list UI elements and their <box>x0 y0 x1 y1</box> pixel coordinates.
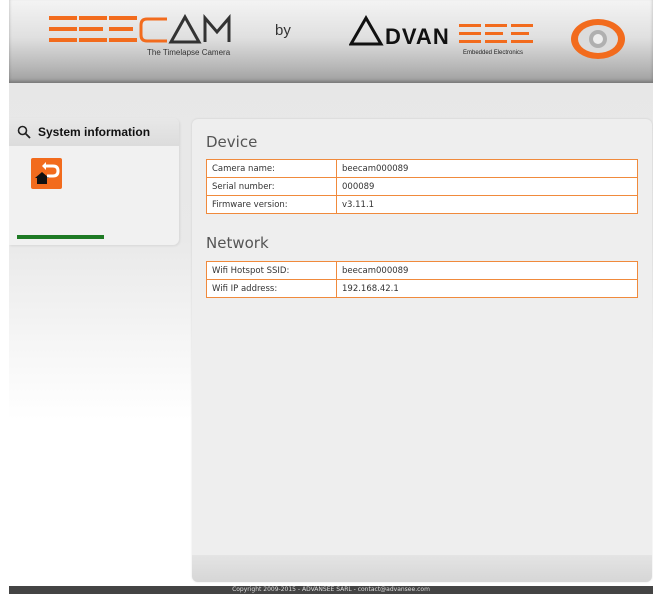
row-label: Serial number: <box>206 177 337 196</box>
row-value: beecam000089 <box>336 159 638 178</box>
table-row: Wifi IP address: 192.168.42.1 <box>206 279 638 298</box>
network-table: Wifi Hotspot SSID: beecam000089 Wifi IP … <box>206 261 638 298</box>
beecam-logo <box>49 14 231 44</box>
advansee-logo: DVAN <box>349 14 533 49</box>
row-value: 000089 <box>336 177 638 196</box>
by-text: by <box>275 22 291 39</box>
search-icon <box>17 125 31 139</box>
header: The Timelapse Camera by DVAN Embedded El… <box>9 0 653 83</box>
home-return-icon <box>35 162 60 184</box>
sidebar-header[interactable]: System information <box>9 118 179 146</box>
progress-bar <box>17 235 104 239</box>
device-section-title: Device <box>206 133 258 151</box>
eye-icon <box>571 19 625 59</box>
row-label: Firmware version: <box>206 195 337 214</box>
row-label: Wifi Hotspot SSID: <box>206 261 337 280</box>
panel-footer <box>192 555 652 582</box>
home-return-button[interactable] <box>31 158 62 189</box>
device-table: Camera name: beecam000089 Serial number:… <box>206 159 638 214</box>
row-value: 192.168.42.1 <box>336 279 638 298</box>
row-label: Camera name: <box>206 159 337 178</box>
advansee-tagline: Embedded Electronics <box>463 50 524 56</box>
table-row: Camera name: beecam000089 <box>206 159 638 178</box>
main-panel: Device Camera name: beecam000089 Serial … <box>192 119 652 582</box>
table-row: Firmware version: v3.11.1 <box>206 195 638 214</box>
network-section-title: Network <box>206 234 269 252</box>
page-frame: The Timelapse Camera by DVAN Embedded El… <box>9 0 653 594</box>
sidebar: System information <box>9 118 179 245</box>
row-value: v3.11.1 <box>336 195 638 214</box>
table-row: Wifi Hotspot SSID: beecam000089 <box>206 261 638 280</box>
beecam-tagline: The Timelapse Camera <box>147 48 231 57</box>
sidebar-title: System information <box>38 125 151 139</box>
svg-text:DVAN: DVAN <box>385 24 450 49</box>
page-footer: Copyright 2009-2015 - ADVANSEE SARL - co… <box>9 586 653 594</box>
row-value: beecam000089 <box>336 261 638 280</box>
table-row: Serial number: 000089 <box>206 177 638 196</box>
row-label: Wifi IP address: <box>206 279 337 298</box>
